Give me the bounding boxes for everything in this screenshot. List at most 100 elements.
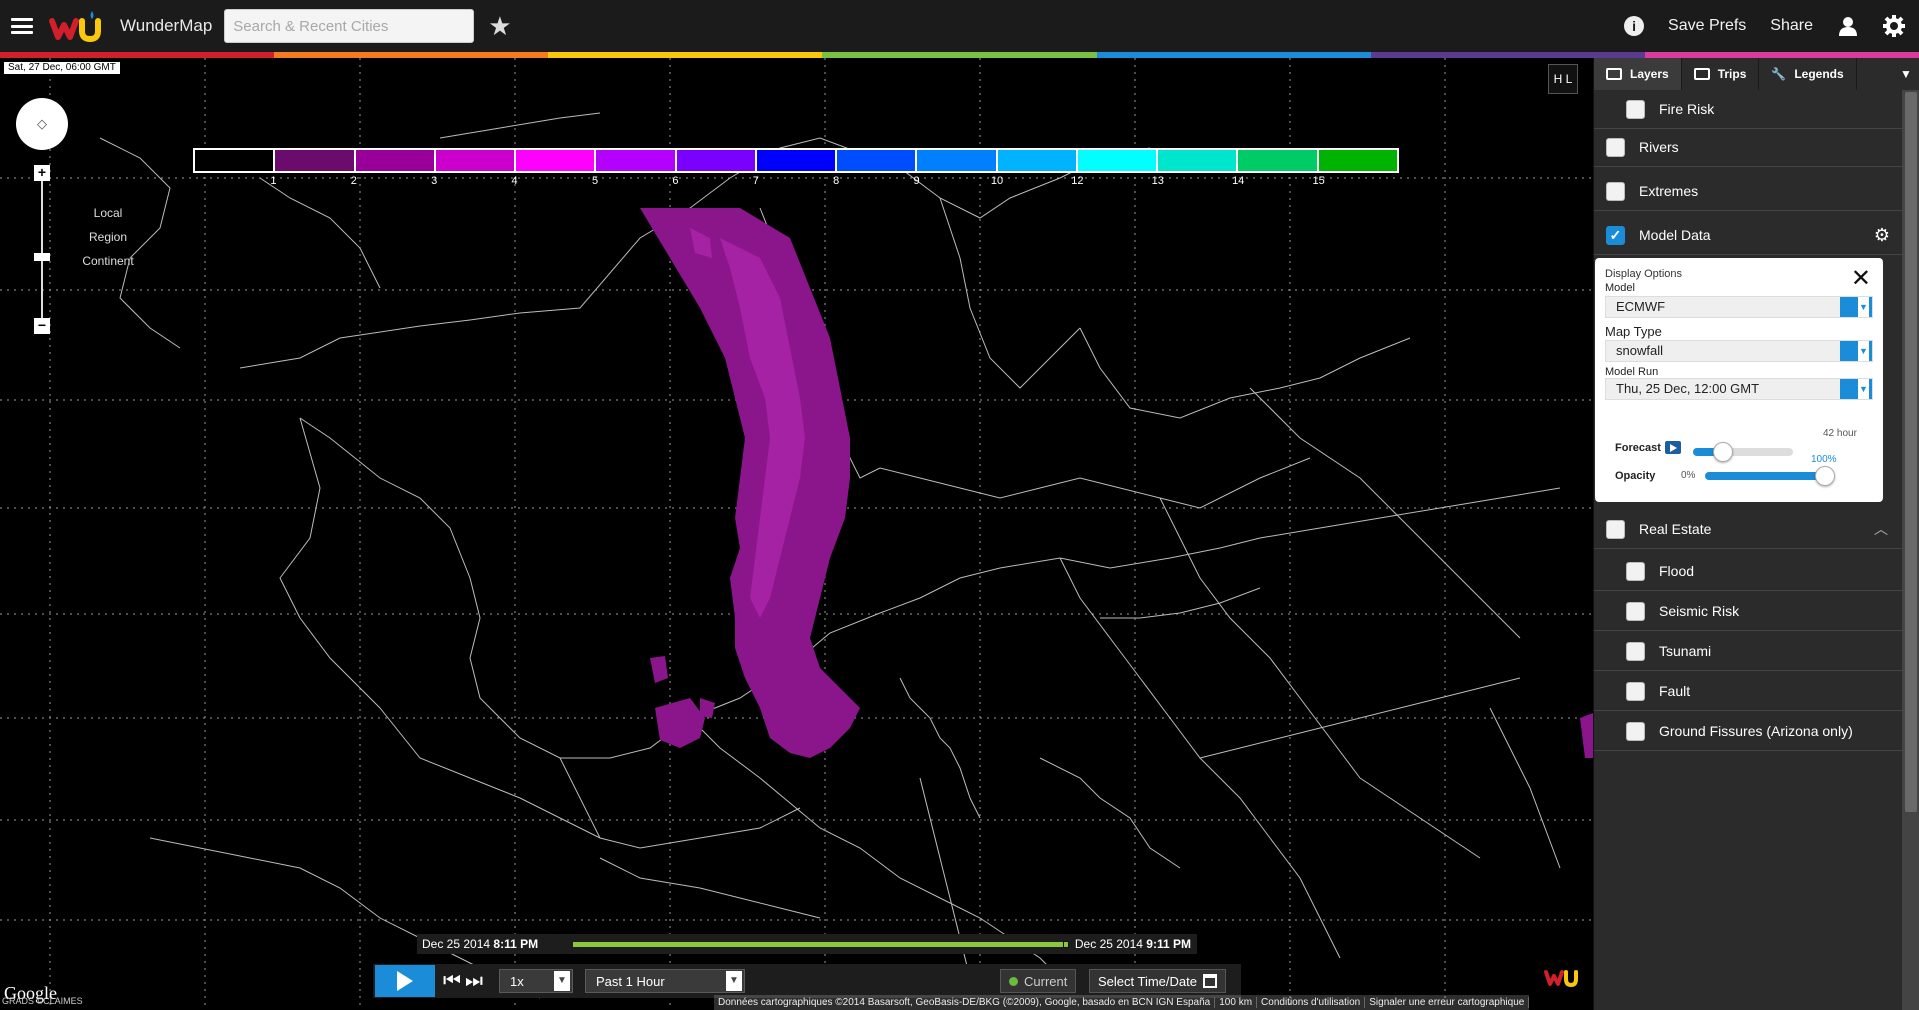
forecast-slider-knob[interactable] xyxy=(1713,442,1733,462)
status-dot-icon xyxy=(1009,976,1018,986)
skip-back-icon[interactable]: ⏮ xyxy=(443,970,461,993)
map-canvas[interactable]: Sat, 27 Dec, 06:00 GMT ◇ + − Local Regio… xyxy=(0,58,1593,1010)
timeline-thumb[interactable] xyxy=(1062,940,1069,948)
checkbox[interactable] xyxy=(1626,99,1645,119)
legend-swatch xyxy=(195,150,276,171)
terms-link[interactable]: Conditions d'utilisation xyxy=(1257,997,1366,1008)
layer-label: Real Estate xyxy=(1639,521,1712,537)
layer-row-rivers[interactable]: Rivers xyxy=(1594,128,1902,167)
checkbox-checked[interactable]: ✓ xyxy=(1606,225,1625,245)
layer-label: Fault xyxy=(1659,683,1691,699)
layer-row-ground-fissures-arizona-only[interactable]: Ground Fissures (Arizona only) xyxy=(1594,712,1902,751)
legend-tick-label: 12 xyxy=(1071,175,1084,187)
zoom-out-button[interactable]: − xyxy=(34,318,50,334)
checkbox[interactable] xyxy=(1626,601,1645,621)
forecast-label: Forecast xyxy=(1615,442,1661,454)
layer-row-fire-risk[interactable]: Fire Risk xyxy=(1594,90,1902,129)
forecast-slider[interactable] xyxy=(1693,448,1793,456)
info-icon[interactable]: i xyxy=(1624,16,1645,36)
settings-gear-icon[interactable] xyxy=(1883,15,1905,37)
top-bar: WunderMap ★ i Save Prefs Share xyxy=(0,0,1919,52)
model-run-label: Model Run xyxy=(1605,366,1659,378)
skip-forward-icon[interactable]: ⏭ xyxy=(465,970,483,993)
user-icon[interactable] xyxy=(1837,15,1859,37)
car-icon xyxy=(1693,68,1710,80)
legend-tick-label: 5 xyxy=(591,175,599,187)
layer-label: Tsunami xyxy=(1659,643,1712,659)
play-button[interactable] xyxy=(375,965,435,997)
layer-label: Fire Risk xyxy=(1659,101,1715,117)
layer-row-model-data[interactable]: ✓ Model Data ⚙ xyxy=(1594,216,1902,255)
legend-swatch xyxy=(676,150,757,171)
legend-tick-label: 6 xyxy=(672,175,679,187)
panel-tabs: Layers Trips 🔧 Legends ▼ xyxy=(1594,58,1919,90)
zoom-in-button[interactable]: + xyxy=(34,165,50,181)
checkbox[interactable] xyxy=(1626,561,1645,581)
timeline-start: Dec 25 2014 8:11 PM xyxy=(422,937,539,951)
tab-trips[interactable]: Trips xyxy=(1682,58,1760,90)
close-icon[interactable]: ✕ xyxy=(1851,264,1871,293)
speed-select[interactable]: 1x ▼ xyxy=(499,969,573,993)
legend-swatch xyxy=(275,150,356,171)
legend-swatch xyxy=(756,150,838,171)
legend-swatch xyxy=(997,150,1078,171)
model-select[interactable]: ECMWF ▼ xyxy=(1605,296,1873,318)
share-button[interactable]: Share xyxy=(1770,17,1813,35)
legend-swatch xyxy=(596,150,677,171)
snowfall-legend-bar xyxy=(193,148,1399,173)
zoom-label-continent[interactable]: Continent xyxy=(62,254,154,268)
map-type-select[interactable]: snowfall ▼ xyxy=(1605,340,1873,362)
forecast-play-icon[interactable] xyxy=(1665,441,1681,454)
select-time-button[interactable]: Select Time/Date xyxy=(1089,969,1226,993)
legend-swatch xyxy=(1158,150,1239,171)
tab-layers[interactable]: Layers xyxy=(1594,58,1682,90)
layer-row-tsunami[interactable]: Tsunami xyxy=(1594,632,1902,671)
opacity-slider[interactable] xyxy=(1705,472,1825,480)
layer-row-flood[interactable]: Flood xyxy=(1594,552,1902,591)
legend-tick-label: 10 xyxy=(990,175,1004,187)
layer-row-fault[interactable]: Fault xyxy=(1594,672,1902,711)
zoom-label-local[interactable]: Local xyxy=(62,206,154,220)
legend-swatch xyxy=(435,150,517,171)
checkbox[interactable] xyxy=(1606,519,1625,539)
checkbox[interactable] xyxy=(1626,721,1645,741)
wu-watermark-logo xyxy=(1544,970,1578,988)
panel-collapse-chevron-icon[interactable]: ▼ xyxy=(1893,58,1919,90)
calendar-icon xyxy=(1203,974,1217,988)
model-run-select[interactable]: Thu, 25 Dec, 12:00 GMT ▼ xyxy=(1605,378,1873,400)
wu-logo[interactable] xyxy=(48,9,108,43)
model-label: Model xyxy=(1605,282,1635,294)
search-input[interactable] xyxy=(224,9,475,43)
map-attribution: Données cartographiques ©2014 Basarsoft,… xyxy=(714,995,1530,1010)
zoom-handle[interactable] xyxy=(34,253,50,261)
layer-settings-gear-icon[interactable]: ⚙ xyxy=(1874,225,1890,246)
save-prefs-button[interactable]: Save Prefs xyxy=(1668,17,1746,35)
legend-swatch xyxy=(917,150,998,171)
layer-row-seismic-risk[interactable]: Seismic Risk xyxy=(1594,592,1902,631)
opacity-slider-knob[interactable] xyxy=(1815,466,1835,486)
favorite-star-icon[interactable]: ★ xyxy=(488,11,511,42)
checkbox[interactable] xyxy=(1626,641,1645,661)
layer-row-extremes[interactable]: Extremes xyxy=(1594,172,1902,211)
current-button[interactable]: Current xyxy=(1000,969,1077,993)
zoom-label-region[interactable]: Region xyxy=(62,230,154,244)
chevron-down-icon: ▼ xyxy=(1840,379,1872,399)
layer-row-real-estate[interactable]: Real Estate ︿ xyxy=(1594,510,1902,549)
menu-icon[interactable] xyxy=(11,18,33,34)
checkbox[interactable] xyxy=(1606,137,1625,157)
legend-tick-label: 3 xyxy=(431,175,438,187)
scrollbar-thumb[interactable] xyxy=(1905,92,1917,812)
report-error-link[interactable]: Signaler une erreur cartographique xyxy=(1365,997,1530,1008)
pan-control-icon[interactable]: ◇ xyxy=(16,98,68,150)
timeline-track[interactable] xyxy=(573,940,1069,948)
scale-bar: 100 km xyxy=(1215,997,1258,1008)
zoom-slider[interactable]: + − xyxy=(34,165,50,334)
checkbox[interactable] xyxy=(1606,181,1625,201)
tab-legends[interactable]: 🔧 Legends xyxy=(1759,58,1857,90)
chevron-up-icon[interactable]: ︿ xyxy=(1874,519,1888,539)
checkbox[interactable] xyxy=(1626,681,1645,701)
chevron-down-icon: ▼ xyxy=(1840,341,1872,361)
range-select[interactable]: Past 1 Hour ▼ xyxy=(585,969,745,993)
panel-scrollbar[interactable] xyxy=(1902,90,1919,1010)
hl-toggle-button[interactable]: H L xyxy=(1548,64,1578,94)
